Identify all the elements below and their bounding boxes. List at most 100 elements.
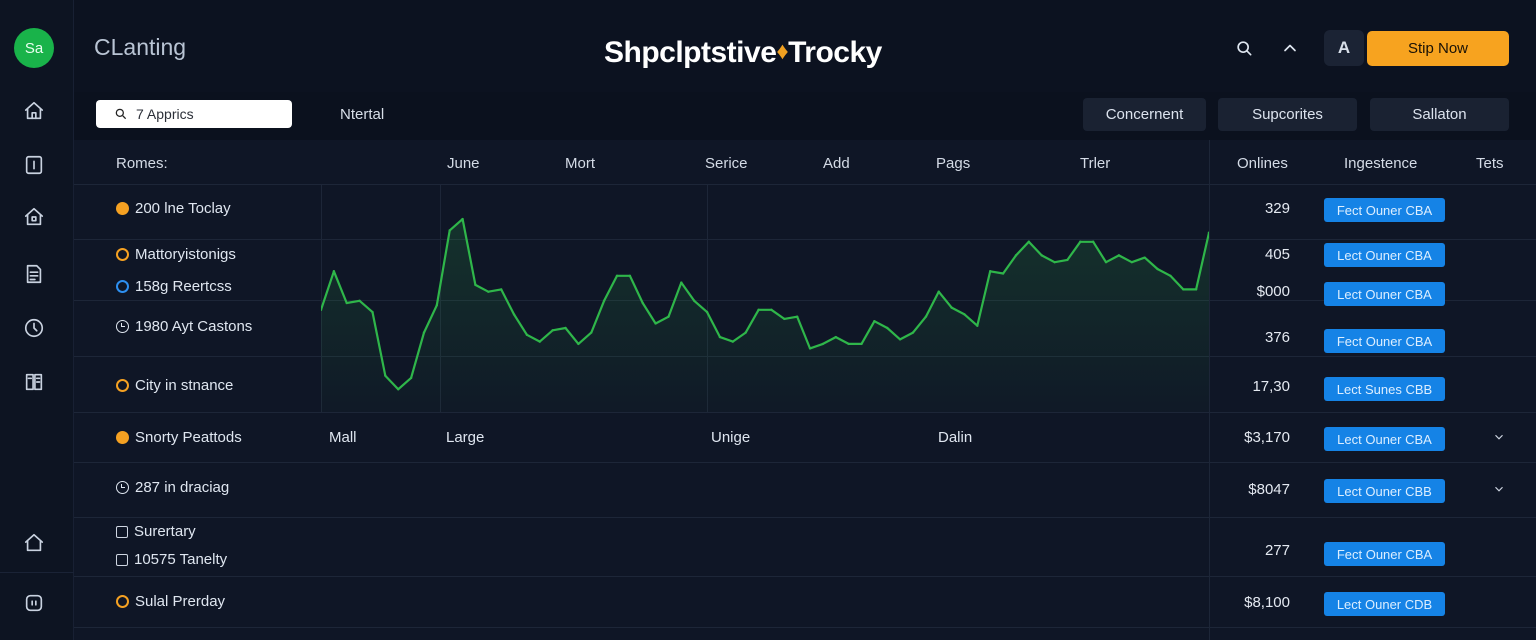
tab-supcorites[interactable]: Supcorites — [1218, 98, 1357, 131]
chart-point — [590, 331, 593, 334]
font-button[interactable]: A — [1324, 30, 1364, 66]
row-label-text: Surertary — [134, 523, 196, 540]
column-header[interactable]: Ingestence — [1344, 155, 1417, 172]
chart-point — [564, 326, 567, 330]
chart-point — [1130, 260, 1133, 264]
table-row-label[interactable]: 287 in draciag — [116, 479, 229, 496]
expand-row-button[interactable] — [1492, 482, 1508, 498]
clock-icon[interactable] — [22, 316, 46, 340]
owner-tag-button[interactable]: Lect Sunes CBB — [1324, 377, 1445, 401]
expand-row-button[interactable] — [1492, 430, 1508, 446]
document-icon[interactable] — [22, 262, 46, 286]
chart-point — [783, 317, 786, 321]
status-ring — [116, 280, 129, 293]
chart-point — [1079, 240, 1082, 243]
book-icon[interactable] — [22, 370, 46, 394]
chat-icon[interactable] — [22, 591, 46, 615]
owner-tag-button[interactable]: Fect Ouner CBA — [1324, 329, 1445, 353]
column-header[interactable]: Mort — [565, 155, 595, 172]
column-header[interactable]: Add — [823, 155, 850, 172]
owner-tag-button[interactable]: Lect Ouner CBA — [1324, 427, 1445, 451]
table-row-label[interactable]: 10575 Tanelty — [116, 551, 227, 568]
chart-point — [461, 217, 464, 221]
collapse-button[interactable] — [1276, 34, 1304, 62]
start-now-button[interactable]: Stip Now — [1367, 31, 1509, 66]
table-row-label[interactable]: 200 lne Toclay — [116, 200, 231, 217]
owner-tag-button[interactable]: Lect Ouner CBA — [1324, 243, 1445, 267]
home-icon[interactable] — [22, 99, 46, 123]
status-dot — [116, 431, 129, 444]
column-header[interactable]: Serice — [705, 155, 748, 172]
chevron-up-icon — [1284, 44, 1296, 52]
row-divider — [74, 576, 1536, 577]
row-divider — [74, 412, 1536, 413]
row-divider — [74, 462, 1536, 463]
chart-point — [770, 308, 773, 312]
tab-sallaton[interactable]: Sallaton — [1370, 98, 1509, 131]
chart-point — [1143, 256, 1146, 259]
chart-point — [744, 331, 747, 334]
row-value: 405 — [1264, 246, 1290, 263]
table-cell: Large — [446, 429, 485, 446]
chart-point — [1156, 267, 1159, 271]
row-value: $8,100 — [1244, 594, 1290, 611]
owner-tag-button[interactable]: Lect Ouner CBA — [1324, 282, 1445, 306]
checkbox[interactable] — [116, 525, 128, 538]
chart-point — [397, 388, 400, 391]
row-label-text: 10575 Tanelty — [134, 551, 228, 568]
chart-point — [525, 333, 529, 337]
chevron-down-icon — [1495, 486, 1503, 492]
owner-tag-button[interactable]: Lect Ouner CBB — [1324, 479, 1445, 503]
chevron-down-icon — [1495, 434, 1503, 440]
chart-point — [409, 376, 413, 380]
search-box[interactable] — [96, 100, 292, 128]
search-input[interactable] — [136, 106, 286, 122]
owner-tag-button[interactable]: Fect Ouner CBA — [1324, 198, 1445, 222]
chart-point — [924, 315, 928, 318]
column-header[interactable]: Trler — [1080, 155, 1110, 172]
chart-point — [886, 326, 889, 330]
table-row-label[interactable]: Surertary — [116, 523, 196, 540]
owner-tag-button[interactable]: Fect Ouner CBA — [1324, 542, 1445, 566]
column-header[interactable]: Tets — [1476, 155, 1504, 172]
search-button[interactable] — [1230, 34, 1258, 62]
chart-point — [1066, 258, 1069, 262]
tablet-icon[interactable] — [22, 153, 46, 177]
owner-tag-button[interactable]: Lect Ouner CDB — [1324, 592, 1445, 616]
row-label-text: 1980 Ayt Castons — [135, 318, 253, 335]
column-header[interactable]: Onlines — [1237, 155, 1288, 172]
chart-point — [950, 306, 953, 309]
table-row-label[interactable]: 1980 Ayt Castons — [116, 318, 252, 335]
chart-point — [680, 281, 683, 284]
column-header[interactable]: Pags — [936, 155, 970, 172]
chart-point — [1104, 260, 1108, 264]
chart-point — [358, 299, 361, 302]
chart-point — [435, 304, 439, 307]
table-row-label[interactable]: Sulal Prerday — [116, 593, 225, 610]
chart-point — [512, 313, 516, 316]
table-row-label[interactable]: City in stnance — [116, 377, 233, 394]
column-header[interactable]: June — [447, 155, 480, 172]
page-title: Shpclptstive♦Trocky — [604, 36, 882, 70]
chart-point — [693, 299, 696, 302]
status-ring — [116, 595, 129, 608]
tab-concernent[interactable]: Concernent — [1083, 98, 1206, 131]
table-row-label[interactable]: Snorty Peattods — [116, 429, 242, 446]
avatar[interactable]: Sa — [14, 28, 54, 68]
chart-point — [448, 229, 451, 232]
title-symbol: ♦ — [776, 38, 789, 65]
home-lock-icon[interactable] — [22, 205, 46, 229]
chart-point — [628, 274, 632, 277]
table-row-label[interactable]: Mattoryistonigs — [116, 246, 236, 263]
chart-point — [757, 308, 760, 312]
row-value: $3,170 — [1244, 429, 1290, 446]
app-name: CLanting — [94, 34, 187, 60]
row-divider — [74, 517, 1536, 518]
column-header[interactable]: Romes: — [116, 155, 168, 172]
table-row-label[interactable]: 158g Reertcss — [116, 278, 232, 295]
checkbox[interactable] — [116, 553, 128, 566]
row-label-text: City in stnance — [135, 377, 234, 394]
status-ring — [116, 379, 129, 392]
home-bottom-icon[interactable] — [22, 531, 46, 555]
row-divider — [74, 627, 1536, 628]
